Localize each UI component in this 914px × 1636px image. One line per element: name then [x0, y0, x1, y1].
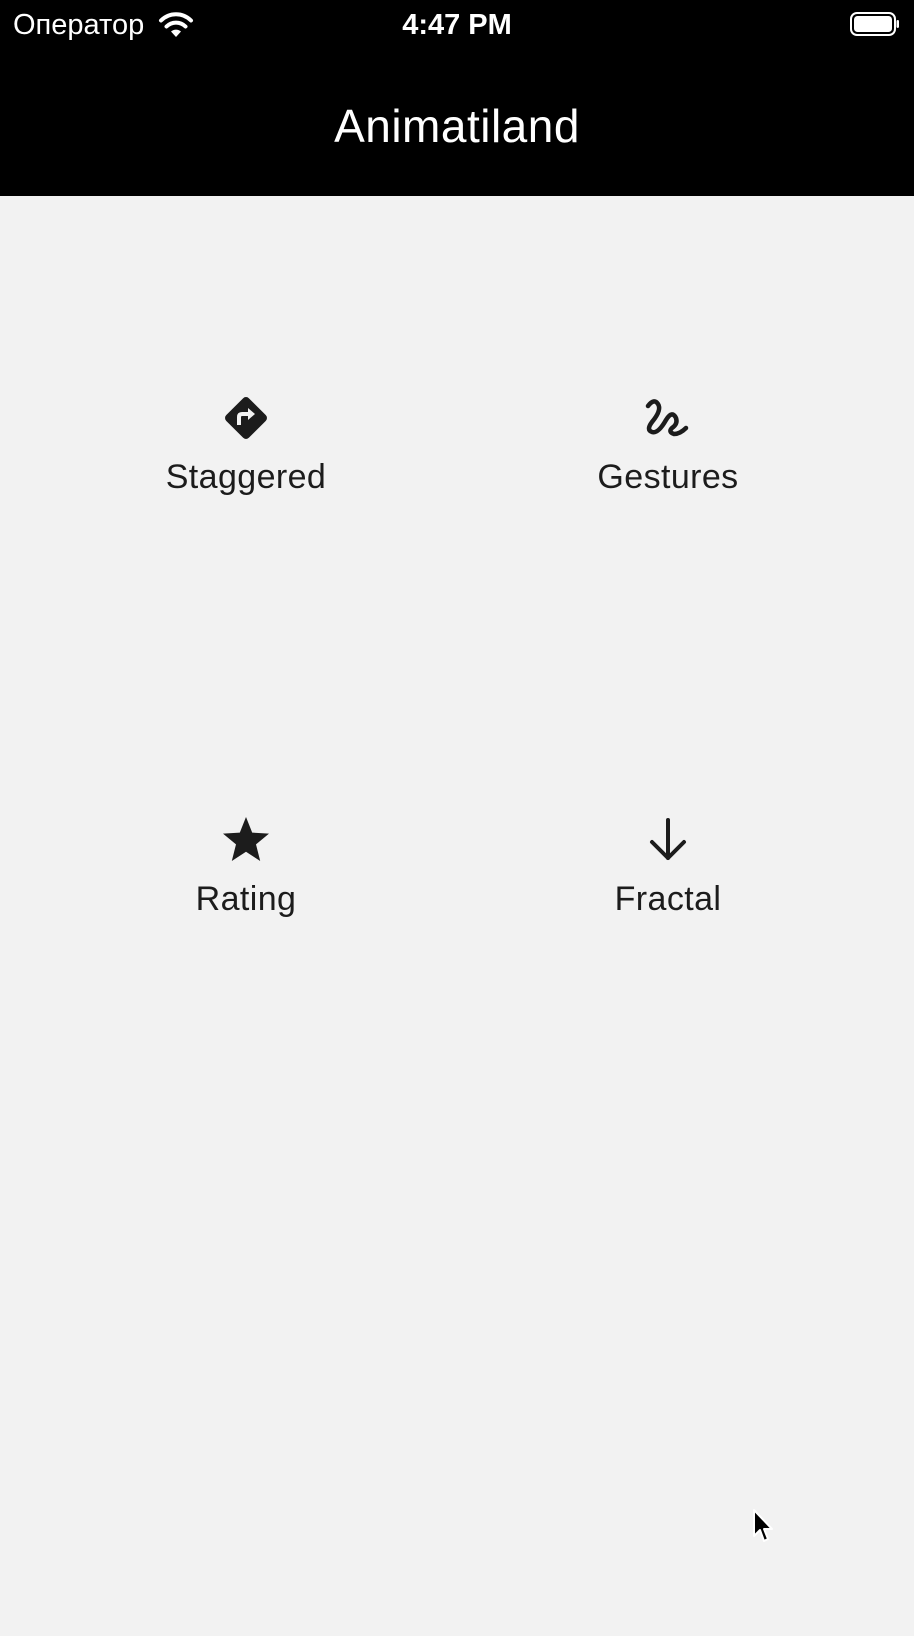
page-title: Animatiland	[334, 100, 580, 152]
status-time: 4:47 PM	[402, 9, 512, 41]
directions-diamond-icon	[218, 390, 274, 446]
tile-label-fractal: Fractal	[614, 880, 722, 918]
tile-label-gestures: Gestures	[597, 458, 739, 496]
app-screen: Оператор 4:47 PM Animatiland Staggered G…	[0, 0, 914, 1636]
tile-staggered[interactable]: Staggered	[96, 390, 396, 540]
tile-label-rating: Rating	[195, 880, 297, 918]
arrow-down-icon	[640, 812, 696, 868]
tile-rating[interactable]: Rating	[96, 812, 396, 962]
star-icon	[218, 812, 274, 868]
tile-gestures[interactable]: Gestures	[518, 390, 818, 540]
top-bar: Оператор 4:47 PM Animatiland	[0, 0, 914, 196]
tile-fractal[interactable]: Fractal	[518, 812, 818, 962]
mouse-pointer-icon	[753, 1509, 773, 1542]
battery-full-icon	[850, 12, 899, 36]
gesture-squiggle-icon	[640, 390, 696, 446]
tile-label-staggered: Staggered	[165, 458, 327, 496]
